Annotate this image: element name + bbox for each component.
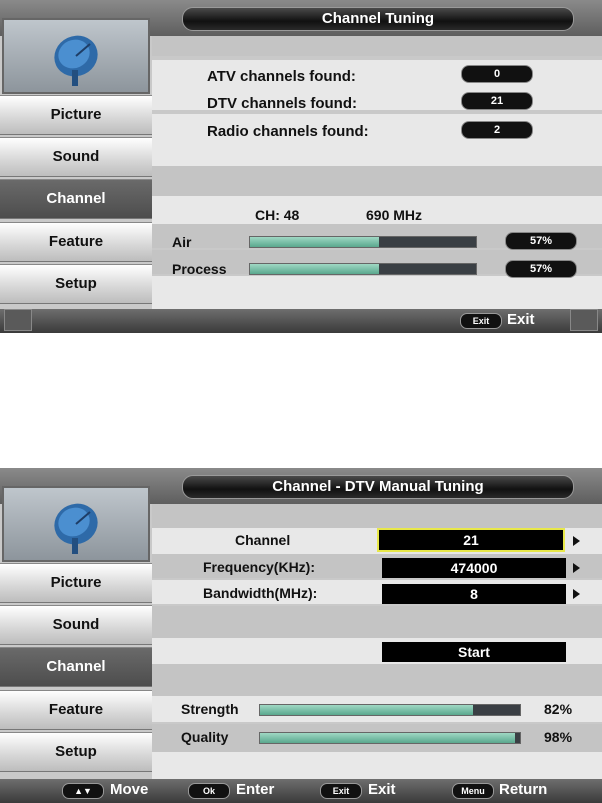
process-progress-bar — [249, 263, 477, 275]
dtv-value: 21 — [461, 92, 533, 110]
channel-label: Channel — [235, 532, 291, 548]
air-label: Air — [172, 234, 192, 250]
satellite-dish-icon — [2, 486, 150, 562]
radio-label: Radio channels found: — [207, 123, 369, 140]
strength-bar — [259, 704, 521, 716]
channel-number: CH: 48 — [255, 207, 300, 223]
satellite-dish-icon — [2, 18, 150, 94]
enter-hint: Enter — [236, 781, 275, 798]
footer-bar: ▲▼ Move Ok Enter Exit Exit Menu Return — [0, 779, 602, 803]
channel-right-arrow-icon[interactable] — [573, 536, 580, 546]
strength-fill — [260, 705, 474, 715]
bandwidth-label: Bandwidth(MHz): — [203, 585, 318, 601]
footer-bar: Exit Exit — [0, 309, 602, 333]
menu-item-sound[interactable]: Sound — [0, 137, 152, 177]
menu-item-sound[interactable]: Sound — [0, 605, 152, 645]
frequency-field[interactable]: 474000 — [382, 558, 566, 578]
menu-item-feature[interactable]: Feature — [0, 222, 152, 262]
atv-value: 0 — [461, 65, 533, 83]
menu-item-feature[interactable]: Feature — [0, 690, 152, 730]
move-hint: Move — [110, 781, 149, 798]
quality-percent: 98% — [544, 729, 573, 745]
exit-hint: Exit — [507, 311, 535, 328]
bandwidth-field[interactable]: 8 — [382, 584, 566, 604]
menu-item-setup[interactable]: Setup — [0, 264, 152, 304]
menu-key-icon[interactable]: Menu — [452, 783, 494, 799]
process-label: Process — [172, 261, 227, 277]
screen-title: Channel - DTV Manual Tuning — [182, 475, 574, 499]
frequency-right-arrow-icon[interactable] — [573, 563, 580, 573]
ok-key-icon[interactable]: Ok — [188, 783, 230, 799]
menu-item-picture[interactable]: Picture — [0, 563, 152, 603]
quality-bar — [259, 732, 521, 744]
quality-fill — [260, 733, 515, 743]
air-progress-bar — [249, 236, 477, 248]
strength-label: Strength — [181, 701, 239, 717]
air-progress-fill — [250, 237, 379, 247]
process-percent: 57% — [505, 260, 577, 278]
return-hint: Return — [499, 781, 548, 798]
exit-key-icon[interactable]: Exit — [320, 783, 362, 799]
menu-item-setup[interactable]: Setup — [0, 732, 152, 772]
channel-field[interactable]: 21 — [377, 528, 565, 552]
radio-value: 2 — [461, 121, 533, 139]
frequency-label: Frequency(KHz): — [203, 559, 316, 575]
exit-hint: Exit — [368, 781, 396, 798]
dtv-label: DTV channels found: — [207, 95, 357, 112]
exit-key-icon[interactable]: Exit — [460, 313, 502, 329]
menu-item-channel[interactable]: Channel — [0, 647, 152, 687]
move-key-icon[interactable]: ▲▼ — [62, 783, 104, 799]
frequency-readout: 690 MHz — [366, 207, 423, 223]
air-percent: 57% — [505, 232, 577, 250]
screen-title: Channel Tuning — [182, 7, 574, 31]
channel-tuning-screen: Channel Tuning Picture Sound Channel Fea… — [0, 0, 602, 333]
menu-item-picture[interactable]: Picture — [0, 95, 152, 135]
start-button[interactable]: Start — [382, 642, 566, 662]
quality-label: Quality — [181, 729, 229, 745]
bandwidth-right-arrow-icon[interactable] — [573, 589, 580, 599]
process-progress-fill — [250, 264, 379, 274]
dtv-manual-tuning-screen: Channel - DTV Manual Tuning Picture Soun… — [0, 468, 602, 803]
atv-label: ATV channels found: — [207, 68, 356, 85]
menu-item-channel[interactable]: Channel — [0, 179, 152, 219]
strength-percent: 82% — [544, 701, 573, 717]
